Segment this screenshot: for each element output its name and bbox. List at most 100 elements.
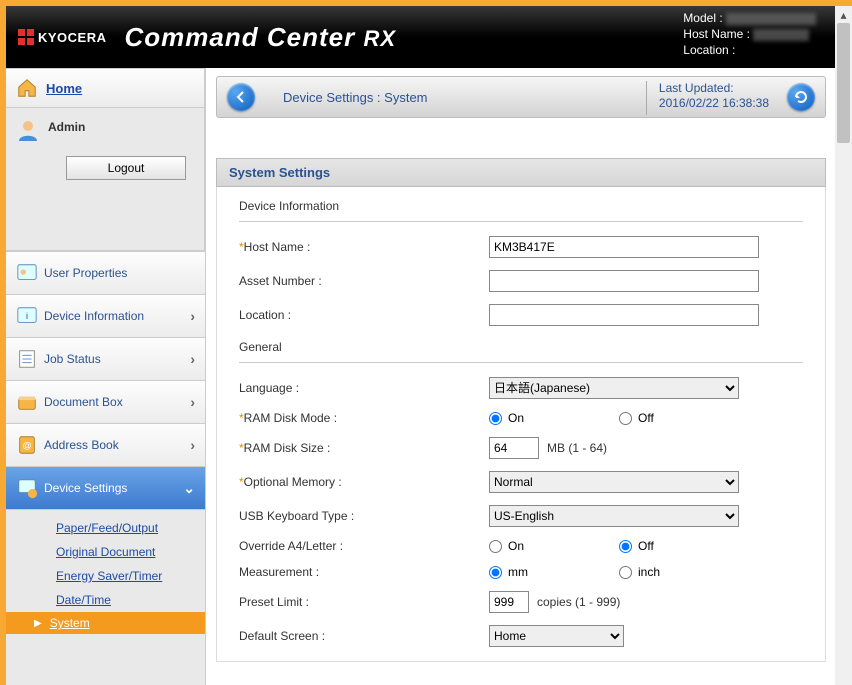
- chevron-right-icon: ›: [190, 437, 195, 453]
- preset-limit-label: Preset Limit :: [239, 595, 309, 609]
- subnav-system[interactable]: System: [50, 616, 90, 630]
- radio-off-label: Off: [638, 411, 654, 425]
- home-link[interactable]: Home: [46, 81, 82, 96]
- device-info-icon: i: [16, 305, 38, 327]
- preset-limit-input[interactable]: [489, 591, 529, 613]
- measurement-mm-radio[interactable]: [489, 566, 502, 579]
- brand-logo: KYOCERA: [18, 29, 107, 45]
- nav-label: Device Information: [44, 309, 144, 323]
- subnav-original-document[interactable]: Original Document: [6, 540, 205, 564]
- default-screen-select[interactable]: Home: [489, 625, 624, 647]
- nav-label: Device Settings: [44, 481, 127, 495]
- usb-keyboard-label: USB Keyboard Type :: [239, 509, 354, 523]
- preset-limit-hint: copies (1 - 999): [537, 595, 620, 609]
- measurement-inch-radio[interactable]: [619, 566, 632, 579]
- subnav-paper-feed[interactable]: Paper/Feed/Output: [6, 516, 205, 540]
- device-settings-icon: [16, 477, 38, 499]
- app-header: KYOCERA Command Center RX Model : Host N…: [6, 6, 852, 68]
- job-status-icon: [16, 348, 38, 370]
- language-label: Language :: [239, 381, 299, 395]
- hostname-label: Host Name :: [683, 27, 750, 41]
- nav-label: Document Box: [44, 395, 123, 409]
- default-screen-label: Default Screen :: [239, 629, 325, 643]
- last-updated-label: Last Updated:: [659, 81, 769, 96]
- breadcrumb-bar: Device Settings : System Last Updated: 2…: [216, 76, 826, 118]
- brand-text: KYOCERA: [38, 30, 107, 45]
- subnav-system-active[interactable]: ▶ System: [6, 612, 205, 634]
- svg-text:@: @: [22, 441, 31, 451]
- breadcrumb-text: Device Settings : System: [283, 90, 428, 105]
- language-select[interactable]: 日本語(Japanese): [489, 377, 739, 399]
- nav-address-book[interactable]: @ Address Book ›: [6, 423, 205, 466]
- admin-label: Admin: [48, 118, 85, 134]
- app-title: Command Center RX: [125, 22, 397, 53]
- header-device-info: Model : Host Name : Location :: [683, 10, 816, 58]
- kyocera-icon: [18, 29, 34, 45]
- logout-button[interactable]: Logout: [66, 156, 186, 180]
- scroll-up-icon[interactable]: ▴: [835, 6, 852, 23]
- usb-keyboard-select[interactable]: US-English: [489, 505, 739, 527]
- location-input[interactable]: [489, 304, 759, 326]
- optional-memory-select[interactable]: Normal: [489, 471, 739, 493]
- radio-inch-label: inch: [638, 565, 660, 579]
- nav-job-status[interactable]: Job Status ›: [6, 337, 205, 380]
- override-off-radio[interactable]: [619, 540, 632, 553]
- location-form-label: Location :: [239, 308, 291, 322]
- panel-title: System Settings: [216, 158, 826, 187]
- host-name-label: Host Name :: [244, 240, 311, 254]
- scroll-thumb[interactable]: [837, 23, 850, 143]
- svg-text:i: i: [26, 311, 28, 321]
- override-on-radio[interactable]: [489, 540, 502, 553]
- subnav-energy-saver[interactable]: Energy Saver/Timer: [6, 564, 205, 588]
- nav-label: User Properties: [44, 266, 127, 280]
- chevron-right-icon: ›: [190, 351, 195, 367]
- ramdisk-size-label: RAM Disk Size :: [244, 441, 331, 455]
- asset-number-input[interactable]: [489, 270, 759, 292]
- radio-on-label: On: [508, 411, 524, 425]
- ramdisk-mode-off-radio[interactable]: [619, 412, 632, 425]
- ramdisk-size-hint: MB (1 - 64): [547, 441, 607, 455]
- nav-label: Address Book: [44, 438, 119, 452]
- app-title-suffix: RX: [363, 26, 396, 51]
- device-settings-subnav: Paper/Feed/Output Original Document Ener…: [6, 509, 205, 640]
- panel-body: Device Information *Host Name : Asset Nu…: [216, 187, 826, 662]
- model-value-redacted: [726, 13, 816, 25]
- address-book-icon: @: [16, 434, 38, 456]
- radio-on-label: On: [508, 539, 524, 553]
- app-title-main: Command Center: [125, 22, 356, 52]
- radio-off-label: Off: [638, 539, 654, 553]
- back-button[interactable]: [227, 83, 255, 111]
- ramdisk-mode-label: RAM Disk Mode :: [244, 411, 337, 425]
- user-properties-icon: [16, 262, 38, 284]
- nav-device-settings[interactable]: Device Settings ⌄: [6, 466, 205, 509]
- model-label: Model :: [683, 11, 722, 25]
- ramdisk-size-input[interactable]: [489, 437, 539, 459]
- optional-memory-label: Optional Memory :: [244, 475, 342, 489]
- nav-label: Job Status: [44, 352, 101, 366]
- subnav-date-time[interactable]: Date/Time: [6, 588, 205, 612]
- sidebar: Home Admin Logout User Properties i De: [6, 68, 206, 685]
- content-area: Device Settings : System Last Updated: 2…: [206, 68, 852, 685]
- radio-mm-label: mm: [508, 565, 528, 579]
- hostname-value-redacted: [753, 29, 809, 41]
- sidebar-home[interactable]: Home: [6, 69, 204, 108]
- active-arrow-icon: ▶: [34, 618, 42, 629]
- measurement-label: Measurement :: [239, 565, 319, 579]
- refresh-icon: [793, 89, 809, 105]
- last-updated-value: 2016/02/22 16:38:38: [659, 96, 769, 111]
- nav-user-properties[interactable]: User Properties: [6, 251, 205, 294]
- host-name-input[interactable]: [489, 236, 759, 258]
- last-updated: Last Updated: 2016/02/22 16:38:38: [646, 81, 769, 115]
- chevron-right-icon: ›: [190, 308, 195, 324]
- user-icon: [16, 118, 40, 142]
- override-a4-label: Override A4/Letter :: [239, 539, 343, 553]
- nav-device-information[interactable]: i Device Information ›: [6, 294, 205, 337]
- refresh-button[interactable]: [787, 83, 815, 111]
- nav-document-box[interactable]: Document Box ›: [6, 380, 205, 423]
- scrollbar[interactable]: ▴: [835, 6, 852, 685]
- section-device-info: Device Information: [239, 195, 803, 219]
- ramdisk-mode-on-radio[interactable]: [489, 412, 502, 425]
- arrow-left-icon: [234, 90, 248, 104]
- section-general: General: [239, 336, 803, 360]
- home-icon: [16, 77, 38, 99]
